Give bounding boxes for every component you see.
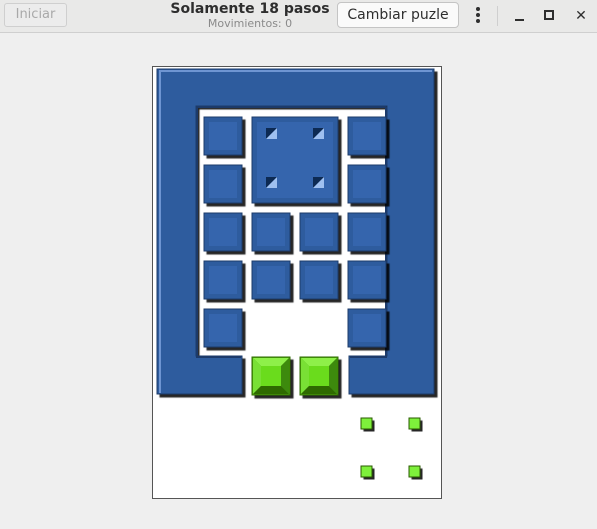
block[interactable]: [347, 116, 387, 156]
target-marker: [360, 417, 373, 430]
block[interactable]: [203, 308, 243, 348]
big-block[interactable]: [251, 116, 339, 204]
block[interactable]: [203, 260, 243, 300]
target-marker: [408, 465, 421, 478]
puzzle-pieces-layer: [156, 68, 435, 478]
goal-block[interactable]: [299, 356, 339, 396]
block[interactable]: [299, 212, 339, 252]
block[interactable]: [347, 308, 387, 348]
target-marker: [408, 417, 421, 430]
block[interactable]: [203, 116, 243, 156]
target-marker: [360, 465, 373, 478]
block[interactable]: [251, 212, 291, 252]
block[interactable]: [347, 212, 387, 252]
block[interactable]: [347, 164, 387, 204]
block[interactable]: [203, 212, 243, 252]
block[interactable]: [347, 260, 387, 300]
block[interactable]: [203, 164, 243, 204]
block[interactable]: [299, 260, 339, 300]
block[interactable]: [251, 260, 291, 300]
goal-block[interactable]: [251, 356, 291, 396]
